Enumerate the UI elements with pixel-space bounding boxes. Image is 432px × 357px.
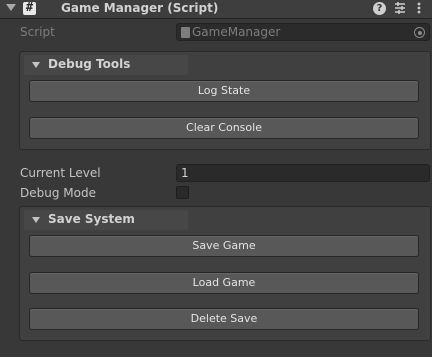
current-level-field[interactable]: 1 xyxy=(176,164,430,182)
debug-tools-title: Debug Tools xyxy=(48,57,131,71)
script-file-icon xyxy=(181,27,190,38)
log-state-button[interactable]: Log State xyxy=(29,80,419,102)
debug-mode-checkbox[interactable] xyxy=(176,186,189,199)
save-game-button[interactable]: Save Game xyxy=(29,235,419,257)
presets-icon[interactable] xyxy=(393,1,407,15)
script-icon: # xyxy=(25,0,34,14)
debug-tools-foldout[interactable]: Debug Tools xyxy=(24,55,188,75)
delete-save-button[interactable]: Delete Save xyxy=(29,308,419,330)
debug-mode-label: Debug Mode xyxy=(20,186,96,200)
script-field[interactable]: GameManager xyxy=(176,23,430,41)
script-label: Script xyxy=(20,25,55,39)
object-picker-icon[interactable] xyxy=(414,27,425,38)
component-title: Game Manager (Script) xyxy=(61,1,219,15)
script-name: GameManager xyxy=(192,25,281,39)
help-icon[interactable]: ? xyxy=(373,2,386,15)
current-level-label: Current Level xyxy=(20,166,101,180)
script-enable-checkbox[interactable]: # xyxy=(23,0,36,15)
save-system-title: Save System xyxy=(48,212,135,226)
load-game-button[interactable]: Load Game xyxy=(29,272,419,294)
chevron-down-icon[interactable] xyxy=(6,4,16,11)
clear-console-button[interactable]: Clear Console xyxy=(29,117,419,139)
component-header: # Game Manager (Script) ? xyxy=(0,0,432,19)
chevron-down-icon xyxy=(32,217,40,223)
chevron-down-icon xyxy=(32,62,40,68)
save-system-group: Save System Save Game Load Game Delete S… xyxy=(19,206,431,341)
save-system-foldout[interactable]: Save System xyxy=(24,210,188,230)
debug-tools-group: Debug Tools Log State Clear Console xyxy=(19,51,431,150)
context-menu-icon[interactable] xyxy=(413,1,425,15)
